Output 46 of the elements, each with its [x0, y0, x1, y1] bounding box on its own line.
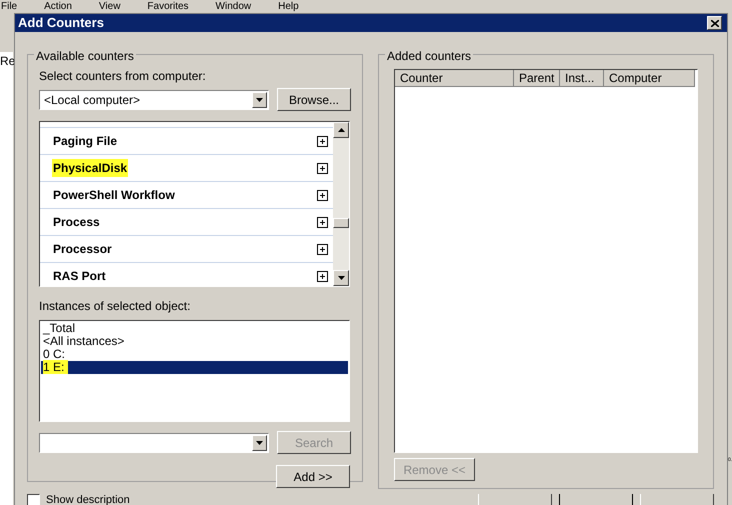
checkbox[interactable] [27, 494, 40, 505]
counter-row[interactable]: PhysicalDisk [40, 155, 333, 182]
column-header[interactable]: Inst... [560, 70, 604, 87]
menu-item[interactable]: View [98, 1, 120, 13]
menu-item[interactable]: Favorites [147, 1, 189, 13]
expand-icon[interactable] [317, 162, 328, 174]
computer-dropdown[interactable]: <Local computer> [39, 90, 269, 110]
column-header[interactable]: Counter [395, 70, 514, 87]
expand-icon[interactable] [317, 270, 328, 282]
column-header[interactable]: Computer [604, 70, 695, 87]
counter-name: PowerShell Workflow [52, 187, 176, 204]
counter-name: Paging File [52, 133, 118, 150]
scrollbar[interactable] [333, 122, 349, 286]
checkbox-label: Show description [46, 495, 130, 505]
close-icon[interactable] [707, 16, 722, 30]
sidebar-label: Re [0, 54, 16, 68]
counter-name: PhysicalDisk [52, 159, 128, 177]
instance-item[interactable]: <All instances> [41, 335, 348, 348]
instance-item[interactable]: 0 C: [41, 348, 348, 361]
menu-item[interactable]: Window [216, 1, 252, 13]
add-button[interactable]: Add >> [276, 465, 350, 488]
field-label: Select counters from computer: [39, 68, 207, 85]
field-label: Instances of selected object: [39, 298, 192, 315]
menu-item[interactable]: Action [44, 1, 72, 13]
counter-row[interactable]: PowerShell Workflow [40, 182, 333, 209]
arrow-up-icon[interactable] [338, 128, 344, 132]
expand-icon[interactable] [317, 136, 328, 146]
counter-name: Process [52, 214, 101, 231]
counter-row[interactable]: Paging File [40, 128, 333, 155]
column-header[interactable]: Parent [514, 70, 560, 87]
expand-icon[interactable] [317, 244, 328, 254]
expand-icon[interactable] [317, 190, 328, 200]
arrow-down-icon[interactable] [338, 276, 344, 280]
counter-name: RAS Port [52, 268, 107, 285]
instance-search-field[interactable] [39, 432, 269, 452]
menu-item[interactable]: Help [278, 1, 299, 13]
window-title: Add Counters [18, 14, 104, 32]
menu-item[interactable]: File [1, 1, 18, 13]
expand-icon[interactable] [317, 216, 328, 228]
instance-item[interactable]: _Total [41, 322, 348, 335]
scrollbar-thumb[interactable] [333, 218, 349, 228]
browse-button[interactable]: Browse... [277, 88, 351, 111]
instance-item[interactable]: 1 E: [41, 361, 348, 374]
counter-row[interactable]: Process [40, 209, 333, 236]
counter-row[interactable]: Processor [40, 236, 333, 263]
counter-name: Processor [52, 241, 113, 258]
